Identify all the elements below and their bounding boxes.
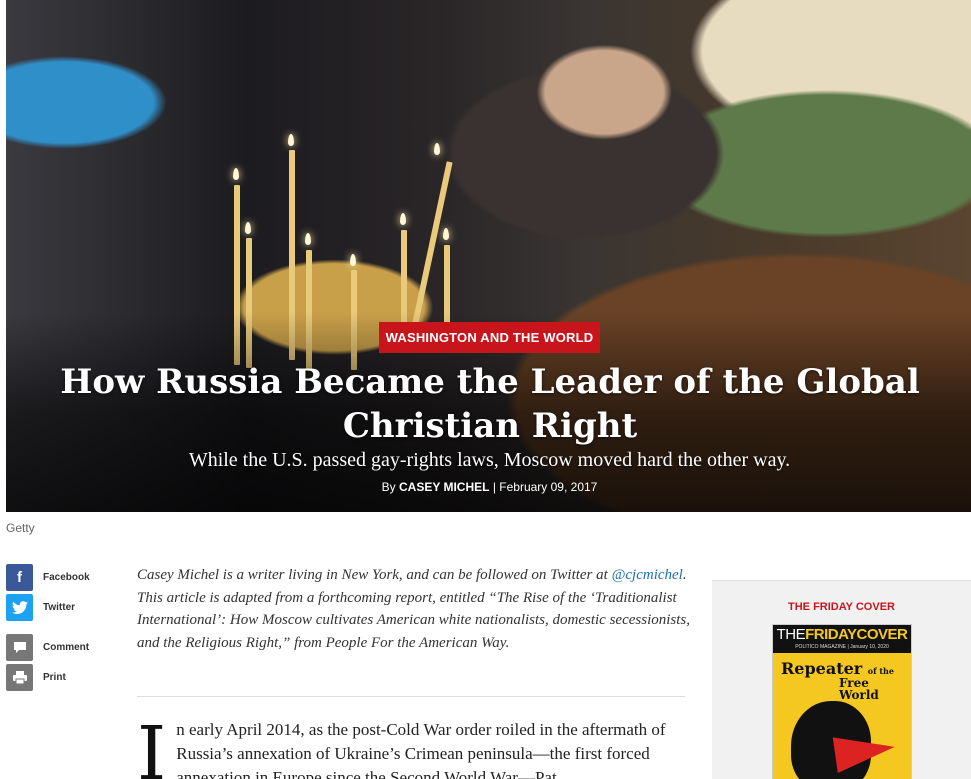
share-twitter-label: Twitter (43, 602, 76, 613)
cover-masthead-the: THE (776, 626, 806, 643)
share-facebook-label: Facebook (43, 572, 90, 583)
candle-flame (233, 168, 239, 180)
friday-cover-sidebar: THE FRIDAY COVER THEFRIDAYCOVER POLITICO… (712, 580, 971, 779)
facebook-icon: f (6, 564, 33, 591)
article-dek: While the U.S. passed gay-rights laws, M… (188, 449, 791, 471)
cover-masthead: THEFRIDAYCOVER POLITICO MAGAZINE | Janua… (773, 625, 911, 653)
publish-date: | February 09, 2017 (492, 480, 598, 494)
headline-line-1: How Russia Became the Leader of the Glob… (60, 362, 920, 402)
print-label: Print (43, 672, 66, 683)
author-note-part-1: Casey Michel is a writer living in New Y… (137, 567, 612, 583)
sidebar-title[interactable]: THE FRIDAY COVER (712, 601, 971, 613)
print-icon (6, 664, 33, 691)
candle-flame (400, 213, 406, 225)
candle-flame (288, 134, 294, 146)
section-kicker[interactable]: WASHINGTON AND THE WORLD (379, 322, 600, 353)
candle-flame (434, 143, 440, 155)
photo-credit: Getty (6, 521, 35, 535)
article-body: I n early April 2014, as the post-Cold W… (137, 711, 692, 779)
megaphone-icon (832, 729, 898, 773)
candle-flame (245, 222, 251, 234)
comment-label: Comment (43, 642, 90, 653)
author-note: Casey Michel is a writer living in New Y… (137, 564, 692, 654)
candle-flame (350, 254, 356, 266)
candle-flame (305, 233, 311, 245)
headline-line-2: Christian Right (342, 406, 638, 446)
comment-button[interactable]: Comment (6, 634, 126, 661)
share-facebook-button[interactable]: f Facebook (6, 564, 126, 591)
drop-cap: I (137, 711, 167, 779)
twitter-handle-link[interactable]: @cjcmichel (612, 567, 683, 583)
author-link[interactable]: CASEY MICHEL (399, 480, 489, 494)
magazine-cover-image[interactable]: THEFRIDAYCOVER POLITICO MAGAZINE | Janua… (772, 624, 912, 779)
article-paragraph: n early April 2014, as the post-Cold War… (176, 720, 666, 779)
article-headline: How Russia Became the Leader of the Glob… (20, 360, 960, 448)
comment-icon (6, 634, 33, 661)
share-twitter-button[interactable]: Twitter (6, 594, 126, 621)
divider (137, 696, 685, 697)
twitter-icon (6, 594, 33, 621)
print-button[interactable]: Print (6, 664, 126, 691)
cover-ofthe: of the (867, 666, 894, 676)
cover-subline: POLITICO MAGAZINE | January 10, 2020 (795, 644, 889, 650)
candle-flame (443, 228, 449, 240)
byline: By CASEY MICHEL | February 09, 2017 (0, 480, 971, 494)
cover-masthead-rest: FRIDAYCOVER (805, 626, 908, 643)
cover-world: World (839, 688, 879, 702)
byline-prefix: By (381, 480, 396, 494)
cover-headline: Repeater of the Free World (781, 661, 911, 702)
share-bar: f Facebook Twitter Comment Print (6, 564, 126, 694)
